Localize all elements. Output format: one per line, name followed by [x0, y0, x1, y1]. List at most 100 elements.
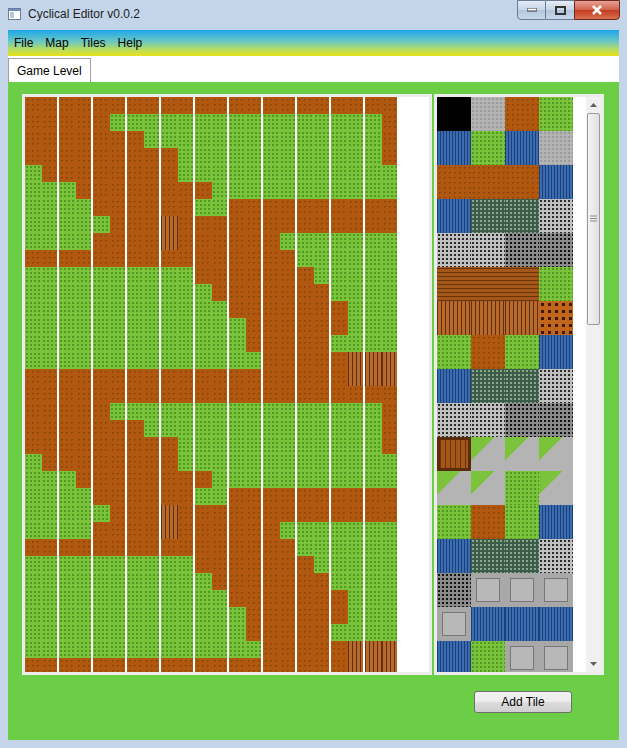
- map-tile[interactable]: [195, 250, 212, 267]
- map-tile[interactable]: [76, 301, 93, 318]
- map-tile[interactable]: [280, 624, 297, 641]
- map-tile[interactable]: [76, 386, 93, 403]
- map-tile[interactable]: [195, 573, 212, 590]
- map-tile[interactable]: [76, 318, 93, 335]
- map-tile[interactable]: [144, 658, 161, 675]
- palette-tile[interactable]: [437, 233, 471, 267]
- map-tile[interactable]: [263, 403, 280, 420]
- map-tile[interactable]: [127, 114, 144, 131]
- map-tile[interactable]: [331, 233, 348, 250]
- palette-tile[interactable]: [437, 403, 471, 437]
- map-tile[interactable]: [229, 454, 246, 471]
- map-tile[interactable]: [246, 233, 263, 250]
- map-tile[interactable]: [195, 641, 212, 658]
- map-tile[interactable]: [76, 233, 93, 250]
- map-tile[interactable]: [110, 488, 127, 505]
- map-tile[interactable]: [263, 624, 280, 641]
- map-tile[interactable]: [178, 641, 195, 658]
- map-tile[interactable]: [42, 233, 59, 250]
- map-tile[interactable]: [246, 624, 263, 641]
- map-tile[interactable]: [25, 471, 42, 488]
- palette-tile[interactable]: [437, 267, 471, 301]
- map-tile[interactable]: [110, 420, 127, 437]
- map-tile[interactable]: [348, 590, 365, 607]
- map-tile[interactable]: [93, 505, 110, 522]
- map-tile[interactable]: [365, 471, 382, 488]
- map-tile[interactable]: [25, 250, 42, 267]
- map-tile[interactable]: [331, 352, 348, 369]
- map-tile[interactable]: [93, 114, 110, 131]
- map-tile[interactable]: [229, 216, 246, 233]
- map-tile[interactable]: [76, 267, 93, 284]
- map-tile[interactable]: [348, 539, 365, 556]
- tab[interactable]: Game Level: [8, 58, 91, 82]
- palette-tile[interactable]: [539, 539, 573, 573]
- map-tile[interactable]: [365, 301, 382, 318]
- map-tile[interactable]: [42, 522, 59, 539]
- map-tile[interactable]: [365, 233, 382, 250]
- map-tile[interactable]: [212, 131, 229, 148]
- map-tile[interactable]: [42, 114, 59, 131]
- map-tile[interactable]: [110, 369, 127, 386]
- map-tile[interactable]: [25, 148, 42, 165]
- map-tile[interactable]: [263, 199, 280, 216]
- map-tile[interactable]: [59, 97, 76, 114]
- map-tile[interactable]: [195, 335, 212, 352]
- map-tile[interactable]: [127, 182, 144, 199]
- map-tile[interactable]: [331, 148, 348, 165]
- map-tile[interactable]: [246, 658, 263, 675]
- map-tile[interactable]: [25, 539, 42, 556]
- map-tile[interactable]: [297, 97, 314, 114]
- map-tile[interactable]: [42, 386, 59, 403]
- map-tile[interactable]: [178, 131, 195, 148]
- map-tile[interactable]: [127, 318, 144, 335]
- map-tile[interactable]: [297, 573, 314, 590]
- map-tile[interactable]: [76, 590, 93, 607]
- map-tile[interactable]: [93, 539, 110, 556]
- map-tile[interactable]: [25, 488, 42, 505]
- map-tile[interactable]: [365, 658, 382, 675]
- map-tile[interactable]: [263, 165, 280, 182]
- map-tile[interactable]: [59, 369, 76, 386]
- map-tile[interactable]: [127, 522, 144, 539]
- map-tile[interactable]: [280, 505, 297, 522]
- map-tile[interactable]: [25, 590, 42, 607]
- map-tile[interactable]: [144, 216, 161, 233]
- map-tile[interactable]: [246, 131, 263, 148]
- map-tile[interactable]: [110, 199, 127, 216]
- map-tile[interactable]: [144, 590, 161, 607]
- map-tile[interactable]: [297, 607, 314, 624]
- map-tile[interactable]: [348, 352, 365, 369]
- map-tile[interactable]: [246, 454, 263, 471]
- scrollbar[interactable]: [586, 97, 601, 672]
- map-tile[interactable]: [229, 386, 246, 403]
- map-tile[interactable]: [365, 114, 382, 131]
- map-tile[interactable]: [365, 318, 382, 335]
- map-tile[interactable]: [93, 556, 110, 573]
- map-tile[interactable]: [382, 420, 399, 437]
- map-tile[interactable]: [314, 369, 331, 386]
- map-tile[interactable]: [246, 403, 263, 420]
- map-tile[interactable]: [331, 250, 348, 267]
- map-tile[interactable]: [229, 182, 246, 199]
- map-tile[interactable]: [110, 131, 127, 148]
- map-tile[interactable]: [59, 437, 76, 454]
- map-tile[interactable]: [263, 420, 280, 437]
- map-tile[interactable]: [161, 386, 178, 403]
- map-tile[interactable]: [161, 471, 178, 488]
- palette-tile[interactable]: [471, 607, 505, 641]
- map-tile[interactable]: [178, 216, 195, 233]
- map-tile[interactable]: [246, 148, 263, 165]
- map-tile[interactable]: [348, 658, 365, 675]
- map-tile[interactable]: [314, 522, 331, 539]
- map-tile[interactable]: [161, 165, 178, 182]
- map-tile[interactable]: [229, 148, 246, 165]
- map-tile[interactable]: [42, 182, 59, 199]
- map-tile[interactable]: [263, 352, 280, 369]
- map-tile[interactable]: [59, 641, 76, 658]
- map-tile[interactable]: [331, 199, 348, 216]
- map-tile[interactable]: [212, 590, 229, 607]
- palette-tile[interactable]: [539, 97, 573, 131]
- close-button[interactable]: [574, 0, 620, 20]
- map-tile[interactable]: [110, 403, 127, 420]
